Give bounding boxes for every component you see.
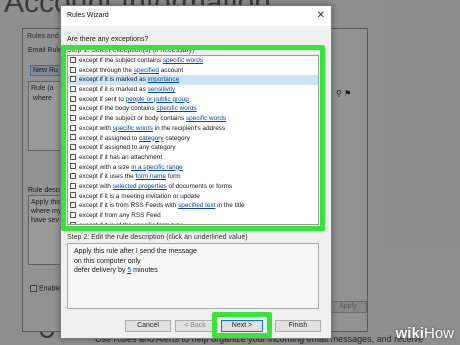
wizard-title: Rules Wizard (67, 12, 109, 19)
watermark-how: How (423, 325, 454, 342)
wizard-question: Are there any exceptions? (67, 36, 149, 43)
title-bar: Rules Wizard ✕ (61, 6, 331, 26)
rule-description-editor: Apply this rule after I send the message… (67, 243, 319, 309)
step2-label: Step 2: Edit the rule description (click… (67, 234, 248, 241)
rules-wizard-dialog: Rules Wizard ✕ Are there any exceptions?… (60, 5, 332, 339)
highlight-box (212, 312, 272, 338)
finish-button[interactable]: Finish (275, 320, 321, 332)
desc-line: Apply this rule after I send the message (74, 248, 197, 255)
close-icon[interactable]: ✕ (317, 10, 325, 21)
wikihow-watermark: wikiHow (396, 325, 454, 342)
desc-text: defer delivery by (74, 267, 128, 274)
watermark-wiki: wiki (395, 325, 424, 342)
back-button[interactable]: < Back (175, 320, 215, 332)
highlight-box (61, 45, 325, 231)
desc-line: on this computer only (74, 257, 141, 265)
desc-text: minutes (131, 267, 158, 274)
desc-line: defer delivery by 5 minutes (74, 266, 312, 276)
cancel-button[interactable]: Cancel (125, 320, 171, 332)
